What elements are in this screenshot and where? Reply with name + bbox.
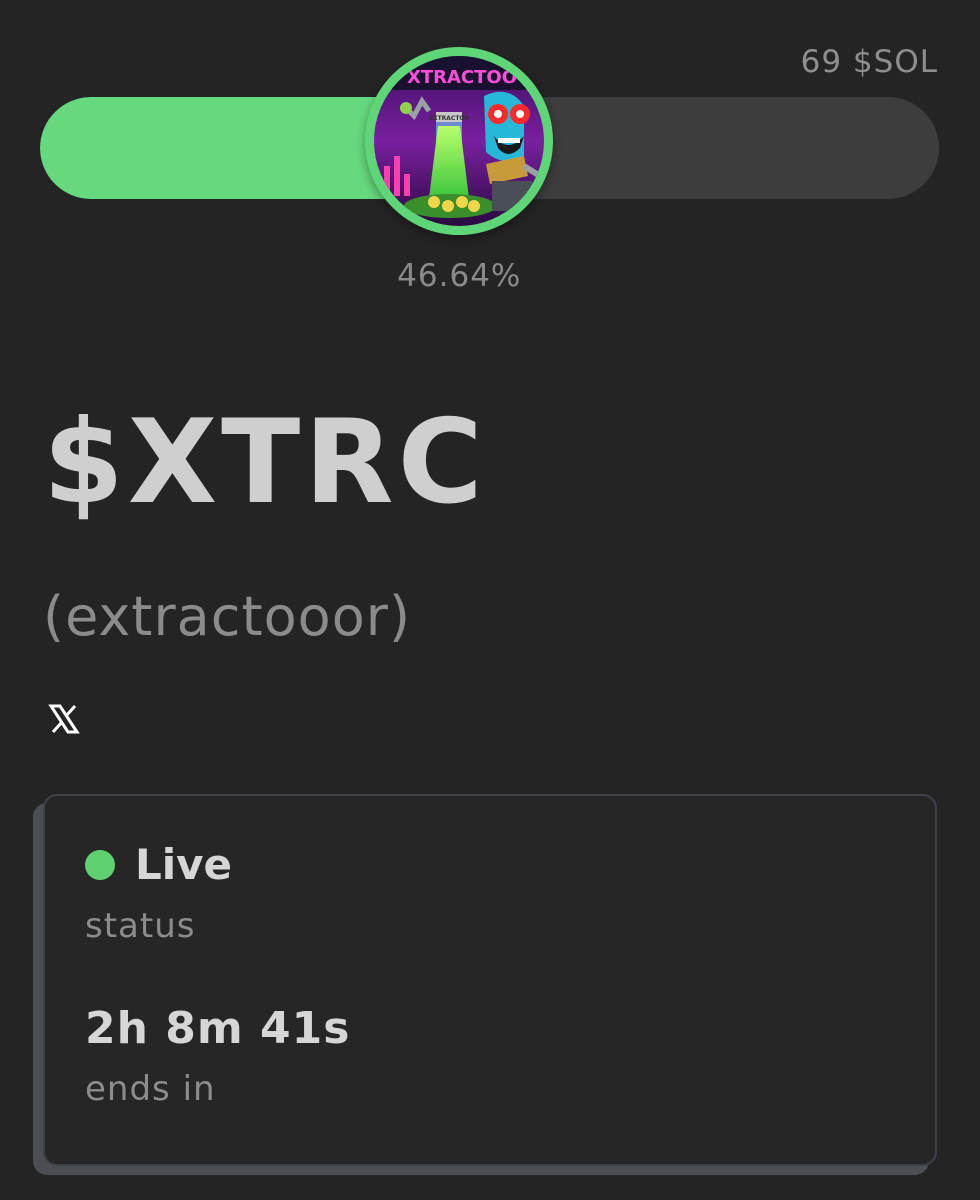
progress-percent: 46.64%: [397, 258, 522, 294]
live-status-dot-icon: [85, 849, 115, 880]
x-icon[interactable]: [48, 703, 80, 735]
avatar-banner-text: XTRACTOO: [407, 67, 517, 88]
status-value: Live: [135, 840, 233, 889]
countdown-value: 2h 8m 41s: [85, 1003, 351, 1054]
token-avatar[interactable]: XTRACTOO EXTRACTOR: [365, 47, 554, 235]
avatar-label-text: EXTRACTOR: [429, 115, 470, 122]
status-card: Live status 2h 8m 41s ends in: [43, 794, 937, 1166]
status-label: status: [85, 906, 196, 946]
status-row: Live: [85, 840, 232, 889]
token-name: (extractooor): [43, 585, 412, 648]
goal-label: 69 $SOL: [800, 44, 938, 80]
token-ticker: $XTRC: [43, 395, 487, 530]
token-avatar-image: XTRACTOO EXTRACTOR: [374, 56, 545, 226]
countdown-label: ends in: [85, 1069, 216, 1109]
